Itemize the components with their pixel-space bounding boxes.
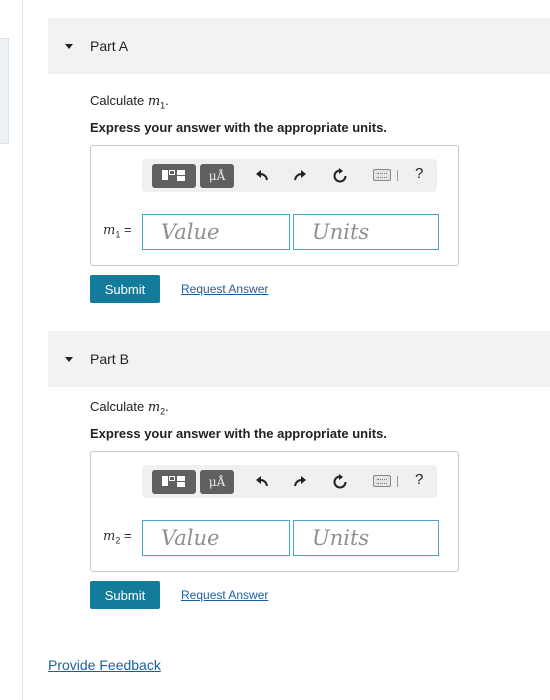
part-b-answer-box: μÅ ? m2 = <box>90 451 459 572</box>
reset-icon[interactable] <box>332 474 348 490</box>
side-panel-edge <box>0 38 9 144</box>
part-b-header[interactable]: Part B <box>48 331 550 387</box>
variable-symbol: m <box>147 94 161 109</box>
question-prefix: Calculate <box>90 399 148 414</box>
variable-symbol: m <box>147 400 161 415</box>
units-input[interactable] <box>293 214 439 250</box>
templates-icon[interactable] <box>152 164 196 188</box>
m2-label: m2 = <box>103 528 132 546</box>
templates-icon[interactable] <box>152 470 196 494</box>
help-icon[interactable]: ? <box>415 165 423 182</box>
label-equals: = <box>120 528 132 543</box>
left-divider <box>22 0 23 700</box>
undo-icon[interactable] <box>254 474 270 490</box>
toolbar-separator <box>397 476 398 487</box>
request-answer-link[interactable]: Request Answer <box>181 588 268 602</box>
part-a-title: Part A <box>90 38 129 54</box>
part-b-title: Part B <box>90 351 129 367</box>
question-prefix: Calculate <box>90 93 148 108</box>
units-icon[interactable]: μÅ <box>200 470 234 494</box>
part-a-question: Calculate m1. <box>90 93 169 111</box>
math-toolbar: μÅ ? <box>142 159 437 192</box>
math-toolbar: μÅ ? <box>142 465 437 498</box>
question-suffix: . <box>165 399 169 414</box>
label-symbol: m <box>103 529 116 544</box>
question-suffix: . <box>165 93 169 108</box>
part-b-question: Calculate m2. <box>90 399 169 417</box>
part-a-answer-box: μÅ ? m1 = <box>90 145 459 266</box>
part-a-instruction: Express your answer with the appropriate… <box>90 120 387 135</box>
caret-down-icon[interactable] <box>65 43 73 49</box>
value-input[interactable] <box>142 520 290 556</box>
m1-label: m1 = <box>103 222 132 240</box>
units-input[interactable] <box>293 520 439 556</box>
part-b-instruction: Express your answer with the appropriate… <box>90 426 387 441</box>
redo-icon[interactable] <box>292 168 308 184</box>
label-symbol: m <box>103 223 116 238</box>
reset-icon[interactable] <box>332 168 348 184</box>
keyboard-icon[interactable] <box>373 169 391 181</box>
request-answer-link[interactable]: Request Answer <box>181 282 268 296</box>
submit-button[interactable]: Submit <box>90 581 160 609</box>
value-input[interactable] <box>142 214 290 250</box>
submit-button[interactable]: Submit <box>90 275 160 303</box>
help-icon[interactable]: ? <box>415 471 423 488</box>
units-icon[interactable]: μÅ <box>200 164 234 188</box>
provide-feedback-link[interactable]: Provide Feedback <box>48 657 161 673</box>
part-a-header[interactable]: Part A <box>48 18 550 74</box>
label-equals: = <box>120 222 132 237</box>
redo-icon[interactable] <box>292 474 308 490</box>
undo-icon[interactable] <box>254 168 270 184</box>
toolbar-separator <box>397 170 398 181</box>
keyboard-icon[interactable] <box>373 475 391 487</box>
caret-down-icon[interactable] <box>65 356 73 362</box>
